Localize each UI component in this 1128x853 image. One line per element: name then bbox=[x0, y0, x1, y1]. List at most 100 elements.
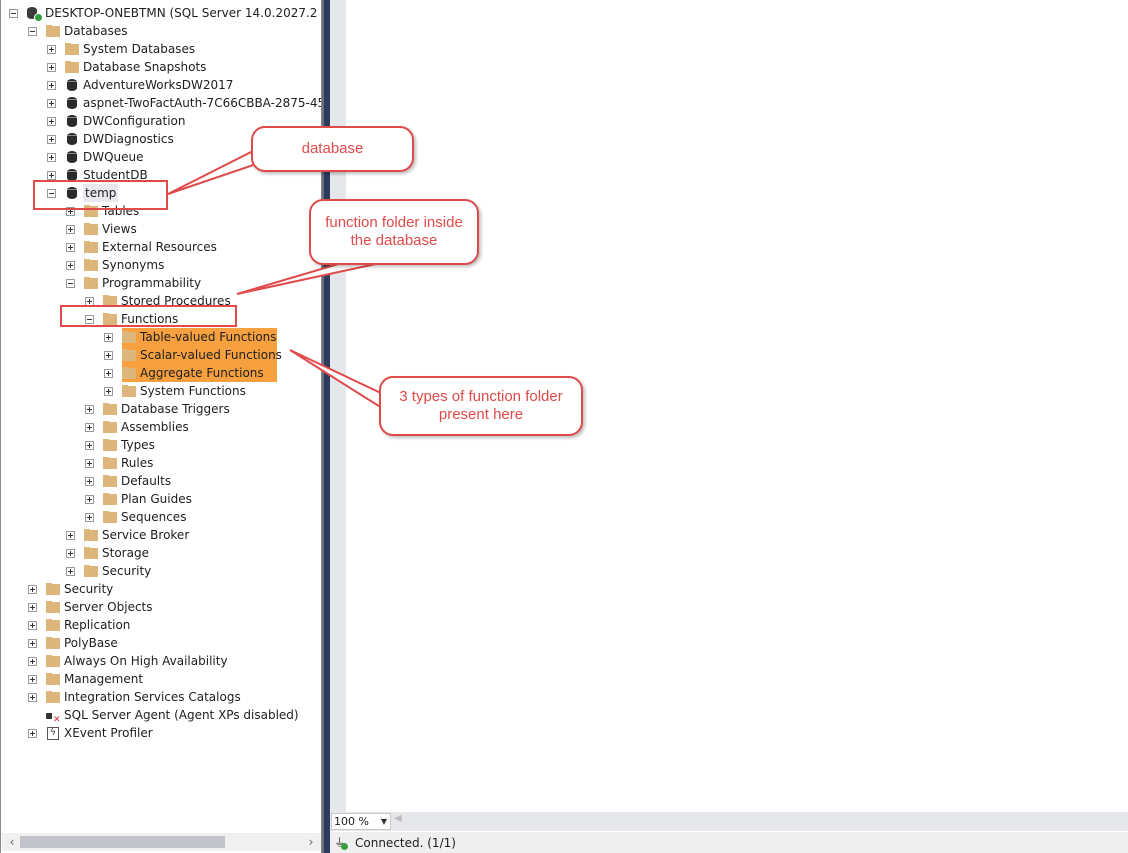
folder-icon bbox=[102, 492, 118, 506]
tree-node-xevent-profiler[interactable]: ϟ XEvent Profiler bbox=[28, 724, 153, 742]
expand-icon[interactable] bbox=[47, 152, 56, 162]
expand-icon[interactable] bbox=[28, 674, 37, 684]
expand-icon[interactable] bbox=[104, 332, 113, 342]
expand-icon[interactable] bbox=[28, 620, 37, 630]
scrollbar-thumb[interactable] bbox=[20, 836, 225, 848]
tree-node-defaults[interactable]: Defaults bbox=[85, 472, 171, 490]
tree-node-system-functions[interactable]: System Functions bbox=[104, 382, 246, 400]
tree-node-external-resources[interactable]: External Resources bbox=[66, 238, 217, 256]
expand-icon[interactable] bbox=[28, 584, 37, 594]
expand-icon[interactable] bbox=[85, 476, 94, 486]
tree-node-plan-guides[interactable]: Plan Guides bbox=[85, 490, 192, 508]
folder-icon bbox=[102, 420, 118, 434]
tree-node-polybase[interactable]: PolyBase bbox=[28, 634, 118, 652]
tree-node-assemblies[interactable]: Assemblies bbox=[85, 418, 189, 436]
tree-node-views[interactable]: Views bbox=[66, 220, 137, 238]
folder-icon bbox=[45, 654, 61, 668]
folder-icon bbox=[102, 402, 118, 416]
expand-icon[interactable] bbox=[28, 728, 37, 738]
scroll-left-icon[interactable]: ◀ bbox=[394, 813, 402, 824]
database-icon bbox=[64, 114, 80, 128]
tree-node-types[interactable]: Types bbox=[85, 436, 155, 454]
expand-icon[interactable] bbox=[104, 368, 113, 378]
folder-icon bbox=[121, 366, 137, 380]
expand-icon[interactable] bbox=[66, 242, 75, 252]
folder-icon bbox=[102, 438, 118, 452]
tree-node-database[interactable]: DWDiagnostics bbox=[47, 130, 174, 148]
folder-icon bbox=[83, 258, 99, 272]
folder-icon bbox=[45, 600, 61, 614]
expand-icon[interactable] bbox=[47, 44, 56, 54]
tree-node-synonyms[interactable]: Synonyms bbox=[66, 256, 164, 274]
tree-node-database[interactable]: AdventureWorksDW2017 bbox=[47, 76, 233, 94]
tree-node-always-on[interactable]: Always On High Availability bbox=[28, 652, 228, 670]
expand-icon[interactable] bbox=[85, 404, 94, 414]
scroll-right-icon[interactable]: › bbox=[303, 833, 319, 851]
status-bar: ⏚ Connected. (1/1) bbox=[330, 832, 1128, 853]
expand-icon[interactable] bbox=[47, 134, 56, 144]
folder-icon bbox=[83, 222, 99, 236]
tree-node-database[interactable]: DWConfiguration bbox=[47, 112, 186, 130]
tree-node-rules[interactable]: Rules bbox=[85, 454, 153, 472]
tree-node-integration-services[interactable]: Integration Services Catalogs bbox=[28, 688, 241, 706]
horizontal-scrollbar[interactable]: ‹ › bbox=[2, 833, 321, 851]
tree-node-server-objects[interactable]: Server Objects bbox=[28, 598, 153, 616]
collapse-icon[interactable] bbox=[9, 8, 18, 18]
expand-icon[interactable] bbox=[47, 80, 56, 90]
expand-icon[interactable] bbox=[85, 512, 94, 522]
expand-icon[interactable] bbox=[66, 548, 75, 558]
tree-node-table-valued-functions[interactable]: Table-valued Functions bbox=[104, 328, 277, 346]
tree-node-security[interactable]: Security bbox=[28, 580, 113, 598]
tree-node-database[interactable]: aspnet-TwoFactAuth-7C66CBBA-2875-4500-8 bbox=[47, 94, 321, 112]
tree-node-sequences[interactable]: Sequences bbox=[85, 508, 186, 526]
expand-icon[interactable] bbox=[104, 386, 113, 396]
expand-icon[interactable] bbox=[66, 566, 75, 576]
expand-icon[interactable] bbox=[104, 350, 113, 360]
folder-icon bbox=[121, 330, 137, 344]
expand-icon[interactable] bbox=[85, 494, 94, 504]
folder-icon bbox=[121, 348, 137, 362]
expand-icon[interactable] bbox=[66, 224, 75, 234]
expand-icon[interactable] bbox=[47, 116, 56, 126]
folder-icon bbox=[83, 240, 99, 254]
tree-node-service-broker[interactable]: Service Broker bbox=[66, 526, 189, 544]
expand-icon[interactable] bbox=[47, 62, 56, 72]
tree-node-db-security[interactable]: Security bbox=[66, 562, 151, 580]
server-label: DESKTOP-ONEBTMN (SQL Server 14.0.2027.2 … bbox=[45, 6, 321, 20]
expand-icon[interactable] bbox=[47, 170, 56, 180]
tree-node-databases[interactable]: Databases bbox=[28, 22, 128, 40]
tree-node-management[interactable]: Management bbox=[28, 670, 143, 688]
tree-node-database-triggers[interactable]: Database Triggers bbox=[85, 400, 230, 418]
collapse-icon[interactable] bbox=[66, 278, 75, 288]
connected-plug-icon: ⏚ bbox=[334, 835, 350, 851]
tree-node-scalar-valued-functions[interactable]: Scalar-valued Functions bbox=[104, 346, 282, 364]
expand-icon[interactable] bbox=[85, 422, 94, 432]
expand-icon[interactable] bbox=[66, 530, 75, 540]
expand-icon[interactable] bbox=[47, 98, 56, 108]
folder-icon bbox=[45, 672, 61, 686]
zoom-select[interactable]: 100 % ▼ bbox=[331, 813, 391, 830]
tree-node-server[interactable]: DESKTOP-ONEBTMN (SQL Server 14.0.2027.2 … bbox=[9, 4, 321, 22]
tree-node-aggregate-functions[interactable]: Aggregate Functions bbox=[104, 364, 264, 382]
expand-icon[interactable] bbox=[28, 656, 37, 666]
tree-node-replication[interactable]: Replication bbox=[28, 616, 130, 634]
expand-icon[interactable] bbox=[28, 602, 37, 612]
collapse-icon[interactable] bbox=[28, 26, 37, 36]
tree-node-storage[interactable]: Storage bbox=[66, 544, 149, 562]
agent-disabled-icon: ▪ bbox=[45, 708, 61, 727]
folder-icon bbox=[45, 24, 61, 38]
expand-icon[interactable] bbox=[85, 458, 94, 468]
folder-icon bbox=[45, 618, 61, 632]
tree-node-programmability[interactable]: Programmability bbox=[66, 274, 201, 292]
folder-icon bbox=[102, 474, 118, 488]
tree-node-database-snapshots[interactable]: Database Snapshots bbox=[47, 58, 206, 76]
xevent-profiler-icon: ϟ bbox=[47, 726, 59, 740]
tree-node-system-databases[interactable]: System Databases bbox=[47, 40, 195, 58]
tree-node-sql-agent[interactable]: ▪ SQL Server Agent (Agent XPs disabled) bbox=[28, 706, 299, 727]
expand-icon[interactable] bbox=[85, 440, 94, 450]
expand-icon[interactable] bbox=[66, 260, 75, 270]
scroll-left-icon[interactable]: ‹ bbox=[4, 833, 20, 851]
tree-node-database[interactable]: DWQueue bbox=[47, 148, 144, 166]
expand-icon[interactable] bbox=[28, 692, 37, 702]
expand-icon[interactable] bbox=[28, 638, 37, 648]
